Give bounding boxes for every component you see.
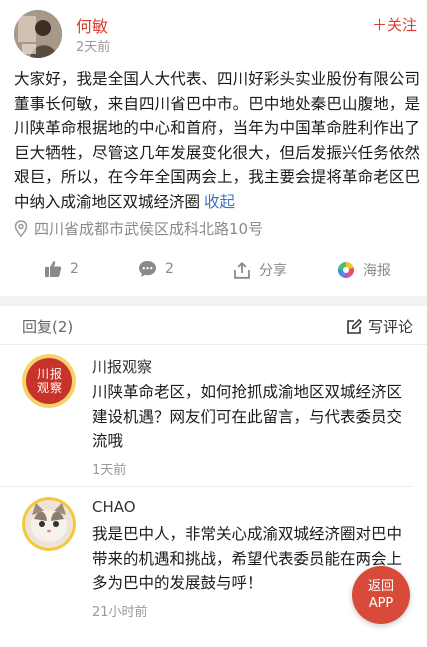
- post-location[interactable]: 四川省成都市武侯区成科北路10号: [14, 218, 263, 239]
- svg-text:川: 川: [37, 367, 49, 381]
- replies-count: 回复(2): [22, 318, 74, 336]
- svg-text:察: 察: [50, 381, 62, 395]
- comment-item: CHAO 我是巴中人，非常关心成渝双城经济圈对巴中带来的机遇和挑战，希望代表委员…: [0, 487, 427, 647]
- replies-header: 回复(2) 写评论: [0, 306, 427, 345]
- location-pin-icon: [14, 220, 28, 237]
- comment-icon: [139, 261, 156, 277]
- action-bar: 2 2 分享 海报: [0, 254, 427, 290]
- commenter-avatar[interactable]: [22, 497, 76, 551]
- comment-time: 1天前: [92, 463, 127, 478]
- location-text: 四川省成都市武侯区成科北路10号: [34, 220, 264, 238]
- back-to-app-line1: 返回: [367, 579, 394, 594]
- poster-icon: [337, 261, 355, 279]
- commenter-name[interactable]: 川报观察: [92, 356, 152, 377]
- back-to-app-button[interactable]: 返回 APP: [352, 566, 410, 624]
- share-button[interactable]: 分享: [233, 260, 287, 280]
- collapse-link[interactable]: 收起: [204, 193, 235, 211]
- post-time: 2天前: [76, 40, 111, 55]
- post-body: 大家好，我是全国人大代表、四川好彩头实业股份有限公司董事长何敏，来自四川省巴中市…: [14, 67, 420, 215]
- like-count: 2: [70, 261, 79, 277]
- commenter-name[interactable]: CHAO: [92, 498, 136, 516]
- comment-time: 21小时前: [92, 605, 148, 620]
- section-divider: [0, 296, 427, 306]
- author-name[interactable]: 何敏: [76, 13, 108, 37]
- poster-label: 海报: [363, 263, 391, 279]
- write-comment-label: 写评论: [367, 318, 413, 336]
- write-comment-button[interactable]: 写评论: [346, 316, 413, 337]
- poster-button[interactable]: 海报: [337, 260, 391, 280]
- comment-button[interactable]: 2: [138, 260, 174, 278]
- commenter-avatar[interactable]: 川 报 观 察: [22, 354, 76, 408]
- share-label: 分享: [259, 263, 287, 279]
- author-avatar[interactable]: [14, 10, 62, 58]
- share-icon: [234, 261, 250, 279]
- follow-button[interactable]: ＋关注: [372, 14, 417, 35]
- post-card: 何敏 2天前 ＋关注 大家好，我是全国人大代表、四川好彩头实业股份有限公司董事长…: [0, 0, 427, 296]
- post-text: 大家好，我是全国人大代表、四川好彩头实业股份有限公司董事长何敏，来自四川省巴中市…: [14, 70, 420, 211]
- thumbs-up-icon: [45, 261, 62, 277]
- comment-text: 川陕革命老区，如何抢抓成渝地区双城经济区建设机遇？网友们可在此留言，与代表委员交…: [92, 383, 403, 450]
- like-button[interactable]: 2: [44, 260, 79, 278]
- svg-text:观: 观: [37, 381, 49, 395]
- comment-count: 2: [165, 261, 174, 277]
- back-to-app-line2: APP: [368, 596, 394, 611]
- edit-icon: [347, 318, 362, 334]
- comment-item: 川 报 观 察 川报观察 川陕革命老区，如何抢抓成渝地区双城经济区建设机遇？网友…: [0, 345, 413, 487]
- svg-text:报: 报: [50, 366, 62, 381]
